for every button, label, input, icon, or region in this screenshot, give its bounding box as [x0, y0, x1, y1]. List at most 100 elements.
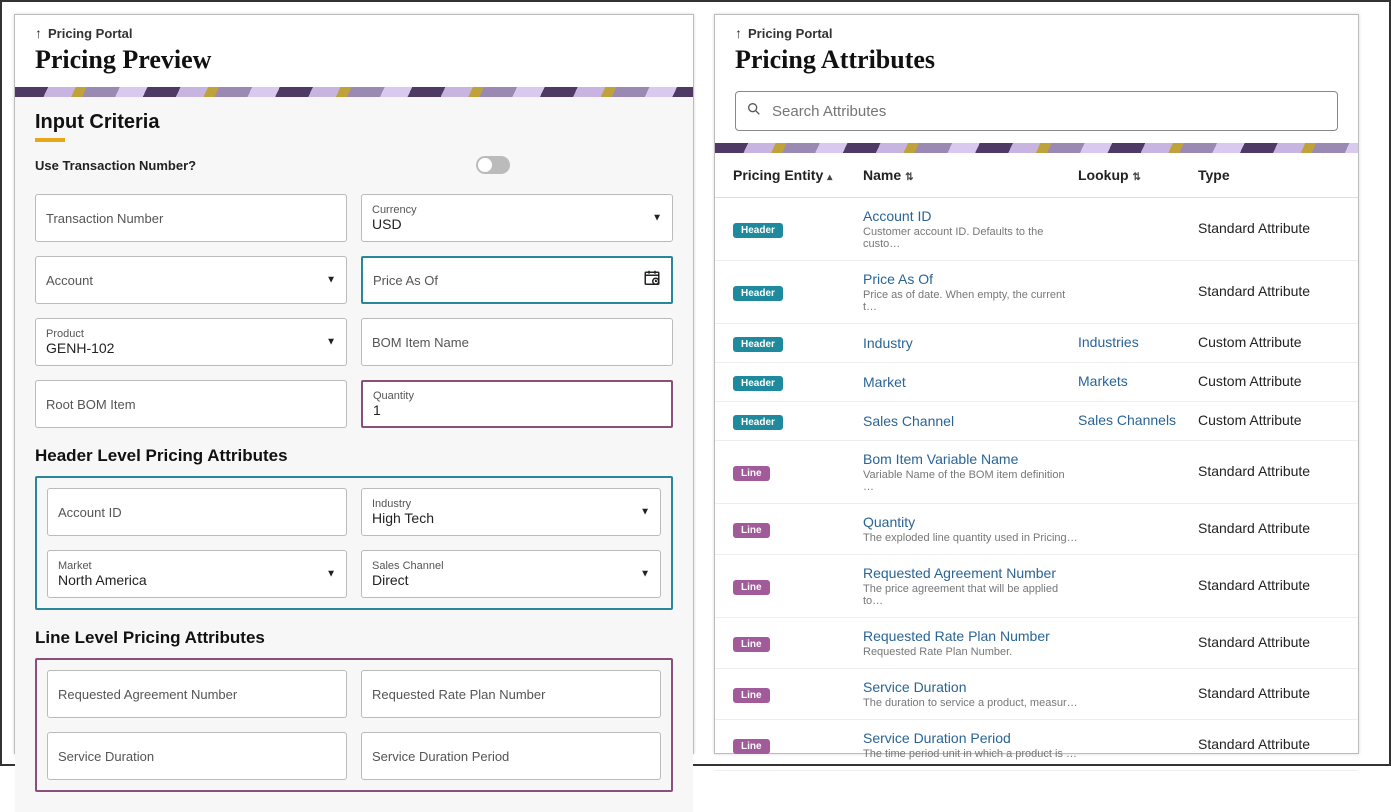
market-field[interactable]: Market North America [47, 550, 347, 598]
field-label: Transaction Number [46, 211, 336, 226]
entity-badge: Header [733, 376, 783, 391]
table-row[interactable]: HeaderIndustryIndustriesCustom Attribute [715, 324, 1358, 363]
bom-item-name-field[interactable]: BOM Item Name [361, 318, 673, 366]
table-row[interactable]: HeaderMarketMarketsCustom Attribute [715, 363, 1358, 402]
attr-type: Custom Attribute [1198, 412, 1302, 428]
line-attrs-title: Line Level Pricing Attributes [35, 628, 673, 648]
sales-channel-field[interactable]: Sales Channel Direct [361, 550, 661, 598]
lookup-link[interactable]: Sales Channels [1078, 412, 1176, 428]
entity-badge: Header [733, 223, 783, 238]
pricing-attributes-panel: ↑ Pricing Portal Pricing Attributes Pric… [714, 14, 1359, 754]
breadcrumb-label: Pricing Portal [748, 26, 833, 41]
attr-type: Standard Attribute [1198, 634, 1310, 650]
header-attrs-title: Header Level Pricing Attributes [35, 446, 673, 466]
col-lookup[interactable]: Lookup⇅ [1078, 167, 1198, 183]
field-label: Industry [372, 498, 650, 510]
quantity-field[interactable]: Quantity 1 [361, 380, 673, 428]
req-agreement-field[interactable]: Requested Agreement Number [47, 670, 347, 718]
attr-name-link[interactable]: Service Duration [863, 679, 1078, 695]
attr-name-link[interactable]: Sales Channel [863, 413, 1078, 429]
panel-body: Input Criteria Use Transaction Number? T… [15, 97, 693, 812]
table-row[interactable]: LineRequested Agreement NumberThe price … [715, 555, 1358, 618]
field-label: Quantity [373, 390, 661, 402]
account-field[interactable]: Account [35, 256, 347, 304]
attr-desc: Variable Name of the BOM item definition… [863, 469, 1078, 493]
sort-asc-icon: ▴ [827, 172, 832, 183]
use-transaction-label: Use Transaction Number? [35, 158, 196, 173]
field-label: BOM Item Name [372, 335, 662, 350]
attr-desc: The time period unit in which a product … [863, 748, 1078, 760]
field-label: Service Duration Period [372, 749, 650, 764]
entity-badge: Header [733, 415, 783, 430]
accent-bar [35, 138, 65, 142]
table-row[interactable]: LineService Duration PeriodThe time peri… [715, 720, 1358, 771]
field-label: Account ID [58, 505, 336, 520]
table-row[interactable]: LineBom Item Variable NameVariable Name … [715, 441, 1358, 504]
attr-name-link[interactable]: Industry [863, 335, 1078, 351]
col-pricing-entity[interactable]: Pricing Entity▴ [733, 167, 863, 183]
attr-type: Standard Attribute [1198, 577, 1310, 593]
entity-badge: Header [733, 337, 783, 352]
attr-type: Standard Attribute [1198, 463, 1310, 479]
table-row[interactable]: Header Account ID Customer account ID. Def… [715, 198, 1358, 261]
search-input[interactable] [770, 102, 1327, 121]
calendar-icon[interactable] [643, 269, 661, 292]
industry-field[interactable]: Industry High Tech [361, 488, 661, 536]
field-label: Sales Channel [372, 560, 650, 572]
line-attrs-group: Requested Agreement Number Requested Rat… [35, 658, 673, 792]
breadcrumb[interactable]: ↑ Pricing Portal [35, 25, 673, 41]
transaction-number-field[interactable]: Transaction Number [35, 194, 347, 242]
attr-name-link[interactable]: Account ID [863, 208, 1078, 224]
lookup-link[interactable]: Industries [1078, 334, 1139, 350]
table-row[interactable]: HeaderPrice As OfPrice as of date. When … [715, 261, 1358, 324]
table-row[interactable]: LineQuantityThe exploded line quantity u… [715, 504, 1358, 555]
root-bom-item-field[interactable]: Root BOM Item [35, 380, 347, 428]
product-field[interactable]: Product GENH-102 [35, 318, 347, 366]
page-title: Pricing Attributes [735, 45, 1338, 75]
use-transaction-row: Use Transaction Number? [35, 156, 673, 174]
entity-badge: Line [733, 523, 770, 538]
attr-desc: Customer account ID. Defaults to the cus… [863, 226, 1078, 250]
table-row[interactable]: Header Sales ChannelSales Channels Custom … [715, 402, 1358, 441]
attr-type: Standard Attribute [1198, 283, 1310, 299]
field-value: 1 [373, 402, 661, 418]
breadcrumb[interactable]: ↑ Pricing Portal [735, 25, 1338, 41]
sort-icon: ⇅ [1133, 172, 1141, 183]
account-id-field[interactable]: Account ID [47, 488, 347, 536]
attr-name-link[interactable]: Market [863, 374, 1078, 390]
panel-header: ↑ Pricing Portal Pricing Attributes [715, 15, 1358, 87]
table-row[interactable]: Line Service Duration The duration to serv… [715, 669, 1358, 720]
field-label: Account [46, 273, 336, 288]
attr-type: Standard Attribute [1198, 736, 1310, 752]
col-name[interactable]: Name⇅ [863, 167, 1078, 183]
field-label: Requested Rate Plan Number [372, 687, 650, 702]
lookup-link[interactable]: Markets [1078, 373, 1128, 389]
field-label: Root BOM Item [46, 397, 336, 412]
attr-name-link[interactable]: Quantity [863, 514, 1078, 530]
entity-badge: Line [733, 688, 770, 703]
req-rate-plan-field[interactable]: Requested Rate Plan Number [361, 670, 661, 718]
field-label: Price As Of [373, 273, 661, 288]
attr-name-link[interactable]: Price As Of [863, 271, 1078, 287]
attr-type: Standard Attribute [1198, 520, 1310, 536]
entity-badge: Line [733, 637, 770, 652]
section-input-criteria-title: Input Criteria [35, 111, 673, 134]
page-title: Pricing Preview [35, 45, 673, 75]
attr-type: Standard Attribute [1198, 685, 1310, 701]
price-as-of-field[interactable]: Price As Of [361, 256, 673, 304]
service-duration-period-field[interactable]: Service Duration Period [361, 732, 661, 780]
attr-name-link[interactable]: Bom Item Variable Name [863, 451, 1078, 467]
sort-icon: ⇅ [905, 172, 913, 183]
use-transaction-toggle[interactable] [476, 156, 510, 174]
attr-name-link[interactable]: Service Duration Period [863, 730, 1078, 746]
entity-badge: Line [733, 580, 770, 595]
attr-name-link[interactable]: Requested Agreement Number [863, 565, 1078, 581]
col-type[interactable]: Type [1198, 167, 1340, 183]
attr-desc: The duration to service a product, measu… [863, 697, 1078, 709]
table-row[interactable]: LineRequested Rate Plan NumberRequested … [715, 618, 1358, 669]
service-duration-field[interactable]: Service Duration [47, 732, 347, 780]
attr-name-link[interactable]: Requested Rate Plan Number [863, 628, 1078, 644]
search-icon [746, 101, 762, 122]
currency-field[interactable]: Currency USD [361, 194, 673, 242]
search-box[interactable] [735, 91, 1338, 131]
